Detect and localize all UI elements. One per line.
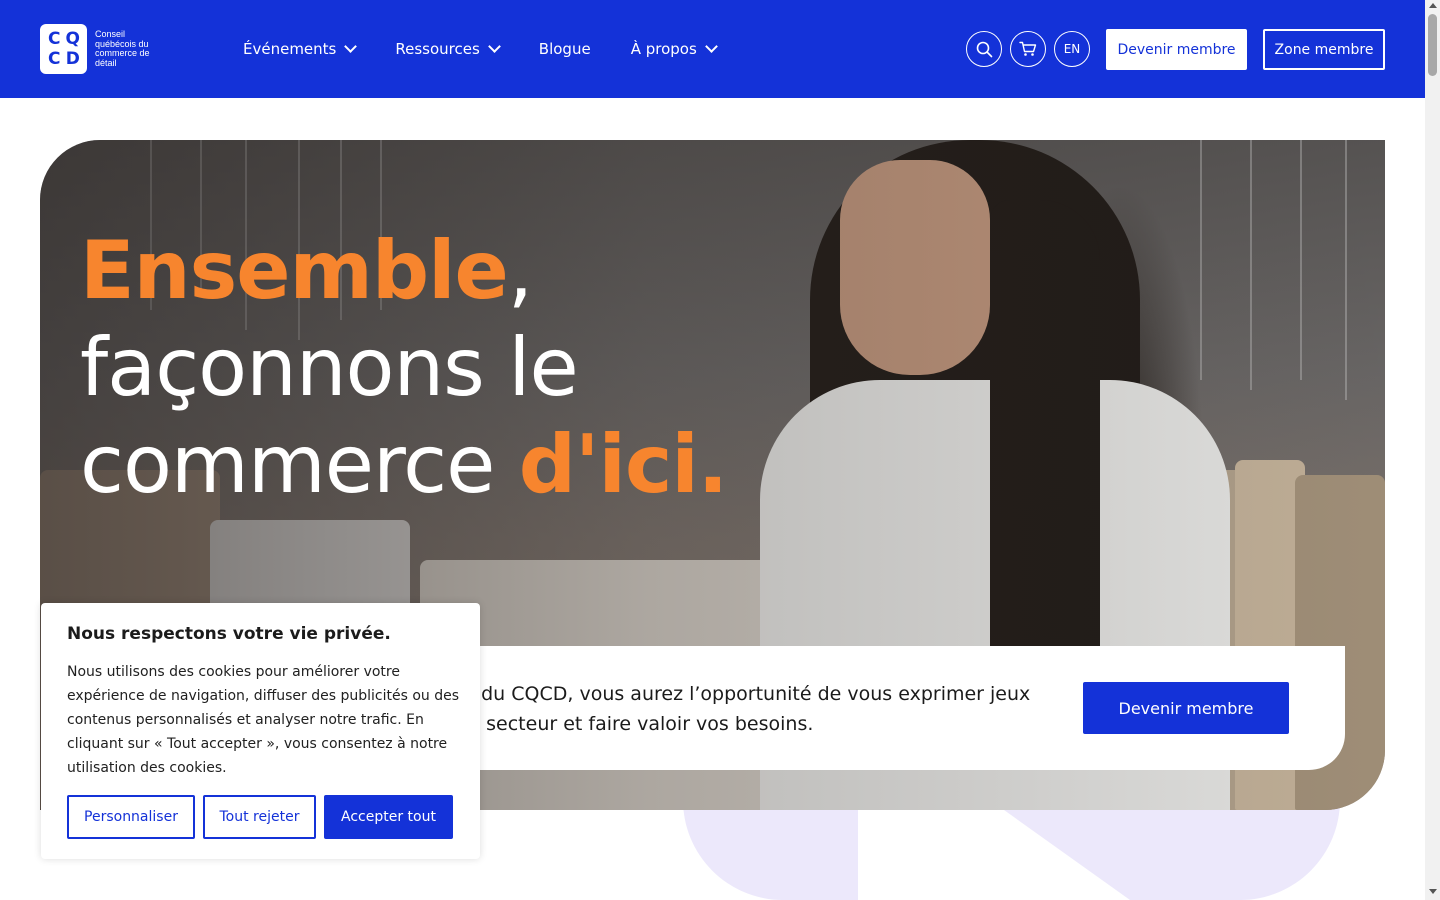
scroll-up-arrow-icon[interactable] (1429, 3, 1437, 8)
language-label: EN (1063, 42, 1081, 56)
logo-letter: C (48, 48, 61, 69)
chevron-down-icon (344, 40, 358, 53)
logo-letter: C (48, 28, 61, 49)
search-button[interactable] (966, 31, 1002, 67)
headline-line: façonnons le (80, 321, 579, 414)
decorative-shape-right (990, 800, 1340, 900)
logo-text: Conseil québécois du commerce de détail (95, 29, 150, 68)
page-scrollbar[interactable] (1425, 0, 1440, 900)
cart-icon (1019, 41, 1037, 56)
nav-item-label: Ressources (395, 40, 480, 58)
nav-item-label: Événements (243, 40, 337, 58)
logo[interactable]: C Q C D Conseil québécois du commerce de… (40, 24, 165, 74)
cookie-body: Nous utilisons des cookies pour améliore… (67, 664, 459, 776)
site-header: C Q C D Conseil québécois du commerce de… (0, 0, 1425, 98)
cart-button[interactable] (1010, 31, 1046, 67)
chevron-down-icon (487, 40, 501, 53)
scroll-down-arrow-icon[interactable] (1429, 889, 1437, 894)
chevron-down-icon (704, 40, 718, 53)
logo-mark: C Q C D (40, 24, 87, 74)
membership-callout: re du CQCD, vous aurez l’opportunité de … (440, 646, 1345, 770)
logo-letter: D (65, 48, 80, 69)
customize-button[interactable]: Personnaliser (67, 795, 195, 839)
callout-become-member-button[interactable]: Devenir membre (1083, 682, 1289, 734)
member-zone-button[interactable]: Zone membre (1263, 29, 1385, 70)
decorative-shape-left (683, 800, 858, 900)
headline-line: commerce (80, 418, 519, 511)
headline-comma: , (507, 224, 533, 317)
language-toggle[interactable]: EN (1054, 31, 1090, 67)
reject-all-button[interactable]: Tout rejeter (203, 795, 316, 839)
cookie-consent-dialog: Nous respectons votre vie privée. Nous u… (41, 603, 480, 859)
logo-letter: Q (65, 28, 80, 49)
become-member-button[interactable]: Devenir membre (1106, 29, 1247, 70)
nav-item-ressources[interactable]: Ressources (395, 40, 501, 58)
nav-item-label: À propos (630, 40, 697, 58)
search-icon (976, 41, 992, 57)
accept-all-button[interactable]: Accepter tout (324, 795, 453, 839)
nav-item-evenements[interactable]: Événements (243, 40, 358, 58)
scrollbar-thumb[interactable] (1428, 14, 1437, 76)
nav-item-a-propos[interactable]: À propos (630, 40, 718, 58)
nav-item-blogue[interactable]: Blogue (539, 40, 591, 58)
headline-accent: Ensemble (80, 224, 509, 317)
main-nav: Événements Ressources Blogue À propos (243, 0, 756, 98)
hero-headline: Ensemble, façonnons le commerce d'ici. (80, 222, 728, 513)
membership-callout-text: re du CQCD, vous aurez l’opportunité de … (456, 683, 1031, 735)
nav-item-label: Blogue (538, 40, 591, 58)
cookie-title: Nous respectons votre vie privée. (67, 624, 391, 644)
headline-accent: d'ici. (518, 418, 728, 511)
